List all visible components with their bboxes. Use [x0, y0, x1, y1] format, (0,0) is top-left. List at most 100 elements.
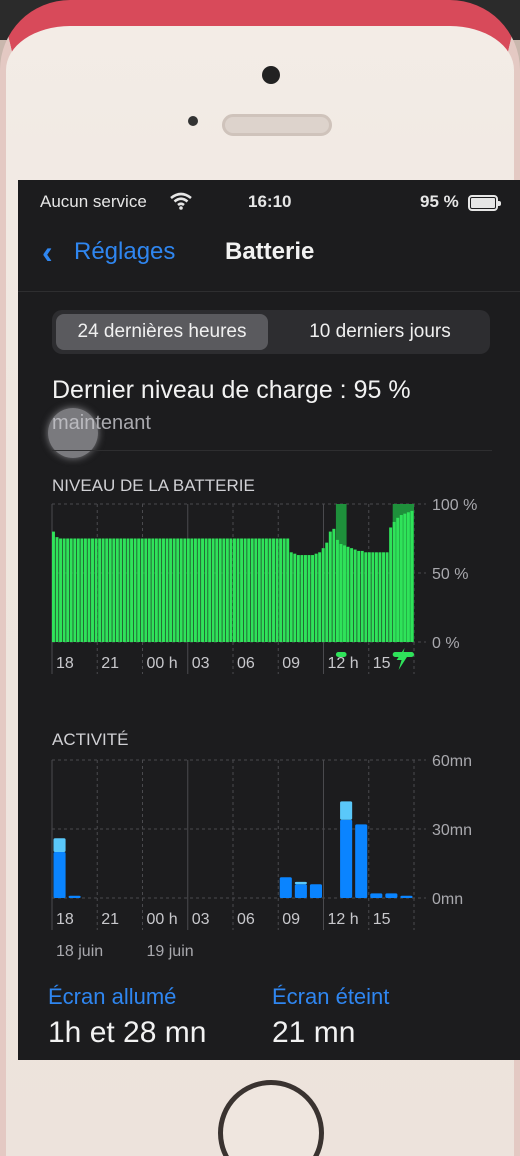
y-tick-label: 0 %	[432, 635, 460, 652]
battery-bar	[286, 538, 290, 642]
battery-bar	[371, 552, 375, 642]
battery-bar	[83, 538, 87, 642]
battery-bar	[268, 538, 272, 642]
battery-bar	[55, 537, 59, 642]
battery-bar	[59, 538, 63, 642]
battery-bar	[257, 538, 261, 642]
battery-bar	[318, 552, 322, 642]
activity-bar-screen-off	[294, 881, 307, 885]
battery-bar	[289, 552, 293, 642]
battery-bar	[403, 513, 407, 642]
charging-indicator	[335, 652, 347, 657]
battery-bar	[247, 538, 251, 642]
battery-bar	[147, 538, 151, 642]
battery-bar	[108, 538, 112, 642]
earpiece-speaker	[222, 114, 332, 136]
y-tick-label: 60mn	[432, 753, 472, 770]
battery-bar	[296, 555, 300, 642]
battery-bar	[250, 538, 254, 642]
back-button[interactable]: Réglages	[74, 238, 175, 266]
chevron-left-icon[interactable]: ‹	[42, 234, 53, 271]
battery-bar	[133, 538, 137, 642]
battery-bar	[314, 553, 318, 642]
battery-bar	[158, 538, 162, 642]
activity-bar-screen-on	[385, 893, 398, 898]
battery-bar	[169, 538, 173, 642]
battery-bar	[80, 538, 84, 642]
battery-bar	[183, 538, 187, 642]
battery-bar	[119, 538, 123, 642]
activity-bar-screen-off	[53, 838, 66, 852]
battery-bar	[389, 527, 393, 642]
proximity-sensor	[188, 116, 198, 126]
status-bar: Aucun service 16:10 95 %	[18, 180, 520, 224]
battery-icon	[468, 195, 501, 211]
segment-24h[interactable]: 24 dernières heures	[56, 314, 268, 350]
battery-bar	[122, 538, 126, 642]
battery-bar	[94, 538, 98, 642]
battery-bar	[201, 538, 205, 642]
battery-bar	[264, 538, 268, 642]
battery-bar	[144, 538, 148, 642]
battery-bar	[130, 538, 134, 642]
x-tick-label: 15	[373, 655, 391, 672]
battery-bar	[343, 545, 346, 642]
battery-bar	[385, 552, 389, 642]
battery-bar	[328, 531, 332, 642]
activity-bar-screen-on	[68, 895, 81, 898]
date-label: 19 juin	[147, 943, 194, 960]
battery-bar	[73, 538, 77, 642]
battery-bar	[410, 510, 414, 642]
battery-bar	[321, 548, 325, 642]
battery-bar	[303, 555, 307, 642]
battery-bar	[62, 538, 66, 642]
activity-bar-screen-on	[279, 877, 292, 898]
battery-bar	[293, 553, 297, 642]
segment-10-days[interactable]: 10 derniers jours	[274, 314, 486, 350]
status-time: 16:10	[248, 192, 292, 211]
screen-off-label: Écran éteint	[272, 984, 390, 1009]
battery-bar	[215, 538, 219, 642]
battery-bar	[311, 555, 315, 642]
activity-bar-screen-on	[370, 893, 383, 898]
x-tick-label: 00 h	[147, 655, 178, 672]
battery-bar	[91, 538, 94, 642]
battery-bar	[357, 550, 361, 642]
screen-on-label: Écran allumé	[48, 984, 177, 1009]
activity-bar-screen-on	[355, 824, 368, 898]
battery-bar	[350, 548, 354, 642]
x-tick-label: 21	[101, 655, 119, 672]
y-tick-label: 100 %	[432, 497, 477, 514]
battery-bar	[190, 538, 194, 642]
battery-bar	[165, 538, 169, 642]
x-tick-label: 06	[237, 655, 255, 672]
battery-bar	[218, 538, 222, 642]
x-tick-label: 03	[192, 655, 210, 672]
battery-bar	[52, 531, 55, 642]
battery-bar	[367, 552, 371, 642]
battery-bar	[236, 538, 240, 642]
navigation-bar: ‹ Réglages Batterie	[18, 224, 520, 292]
battery-bar	[151, 538, 155, 642]
battery-bar	[243, 538, 247, 642]
last-charge-level: Dernier niveau de charge : 95 %	[52, 376, 411, 404]
battery-bar	[282, 538, 286, 642]
battery-bar	[154, 538, 158, 642]
time-range-segmented-control: 24 dernières heures 10 derniers jours	[52, 310, 490, 354]
battery-bar	[325, 542, 329, 642]
front-camera	[262, 66, 280, 84]
activity-bar-screen-on	[53, 852, 66, 898]
battery-bar	[222, 538, 226, 642]
battery-bar	[300, 555, 304, 642]
battery-percent: 95 %	[420, 192, 459, 211]
battery-bar	[208, 538, 212, 642]
x-tick-label: 03	[192, 911, 210, 928]
x-tick-label: 09	[282, 655, 300, 672]
x-tick-label: 18	[56, 655, 74, 672]
battery-bar	[87, 538, 91, 642]
wifi-icon	[170, 192, 192, 215]
battery-bar	[307, 555, 311, 642]
y-tick-label: 0mn	[432, 891, 463, 908]
lightning-icon	[396, 648, 408, 670]
carrier-label: Aucun service	[40, 192, 147, 211]
